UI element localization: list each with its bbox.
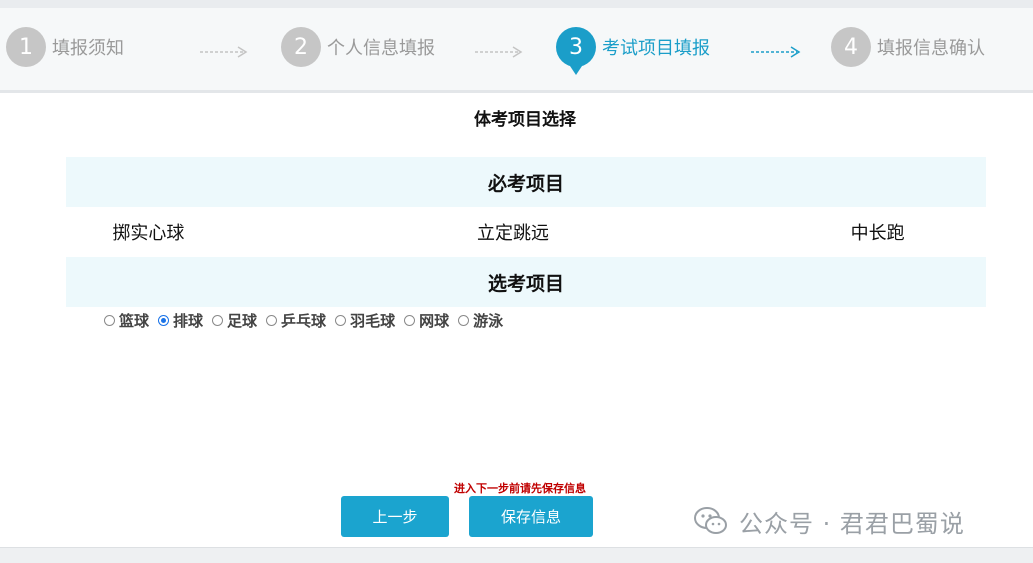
step-3[interactable]: 3 考试项目填报 <box>556 26 710 75</box>
option-tennis[interactable]: 网球 <box>404 310 449 331</box>
option-label: 游泳 <box>473 311 504 330</box>
step-1[interactable]: 1 填报须知 <box>6 26 124 68</box>
required-item: 立定跳远 <box>477 223 549 244</box>
option-label: 足球 <box>227 311 258 330</box>
step-label: 填报信息确认 <box>877 38 985 59</box>
step-4[interactable]: 4 填报信息确认 <box>831 26 985 68</box>
watermark-text: 公众号 · 君君巴蜀说 <box>739 509 965 538</box>
option-label: 羽毛球 <box>350 311 396 330</box>
option-swimming[interactable]: 游泳 <box>458 310 503 331</box>
step-number: 3 <box>556 27 596 75</box>
option-label: 乒乓球 <box>281 311 327 330</box>
option-label: 篮球 <box>119 311 150 330</box>
option-badminton[interactable]: 羽毛球 <box>335 310 395 331</box>
required-item: 掷实心球 <box>112 223 185 244</box>
option-volleyball[interactable]: 排球 <box>158 310 203 331</box>
wechat-icon <box>694 507 727 534</box>
top-strip <box>0 0 1033 8</box>
radio-button[interactable] <box>266 314 278 326</box>
step-2[interactable]: 2 个人信息填报 <box>281 26 435 68</box>
dashed-arrow-icon <box>751 46 801 58</box>
radio-button[interactable] <box>212 314 224 326</box>
option-football[interactable]: 足球 <box>212 310 257 331</box>
dashed-arrow-icon <box>200 46 248 58</box>
step-number: 4 <box>831 27 871 67</box>
required-heading: 必考项目 <box>66 157 986 207</box>
step-number: 1 <box>6 27 46 67</box>
radio-button[interactable] <box>404 314 416 326</box>
optional-radio-group: 篮球 排球 足球 乒乓球 羽毛球 网球 游泳 <box>104 309 512 331</box>
watermark: 公众号 · 君君巴蜀说 <box>693 503 965 539</box>
required-item: 中长跑 <box>850 223 905 244</box>
step-label: 考试项目填报 <box>602 38 710 59</box>
step-number: 2 <box>281 27 321 67</box>
save-info-button[interactable]: 保存信息 <box>469 496 593 537</box>
dashed-arrow-icon <box>475 46 523 58</box>
step-progress-bar: 1 填报须知 2 个人信息填报 3 考试项目填报 4 填报信息确认 <box>0 8 1033 93</box>
required-items-row: 掷实心球 立定跳远 中长跑 <box>66 208 986 256</box>
optional-heading: 选考项目 <box>66 257 986 307</box>
step-label: 个人信息填报 <box>327 38 435 59</box>
step-label: 填报须知 <box>52 38 124 59</box>
radio-button[interactable] <box>335 314 347 326</box>
option-basketball[interactable]: 篮球 <box>104 310 149 331</box>
radio-button[interactable] <box>104 314 115 326</box>
radio-button-selected[interactable] <box>158 314 170 326</box>
bottom-strip <box>0 547 1033 563</box>
option-table-tennis[interactable]: 乒乓球 <box>266 310 326 331</box>
option-label: 排球 <box>173 311 204 330</box>
save-hint-text: 进入下一步前请先保存信息 <box>454 482 586 495</box>
radio-button[interactable] <box>458 314 470 326</box>
page-title: 体考项目选择 <box>474 110 576 130</box>
prev-step-button[interactable]: 上一步 <box>341 496 449 537</box>
option-label: 网球 <box>419 311 450 330</box>
